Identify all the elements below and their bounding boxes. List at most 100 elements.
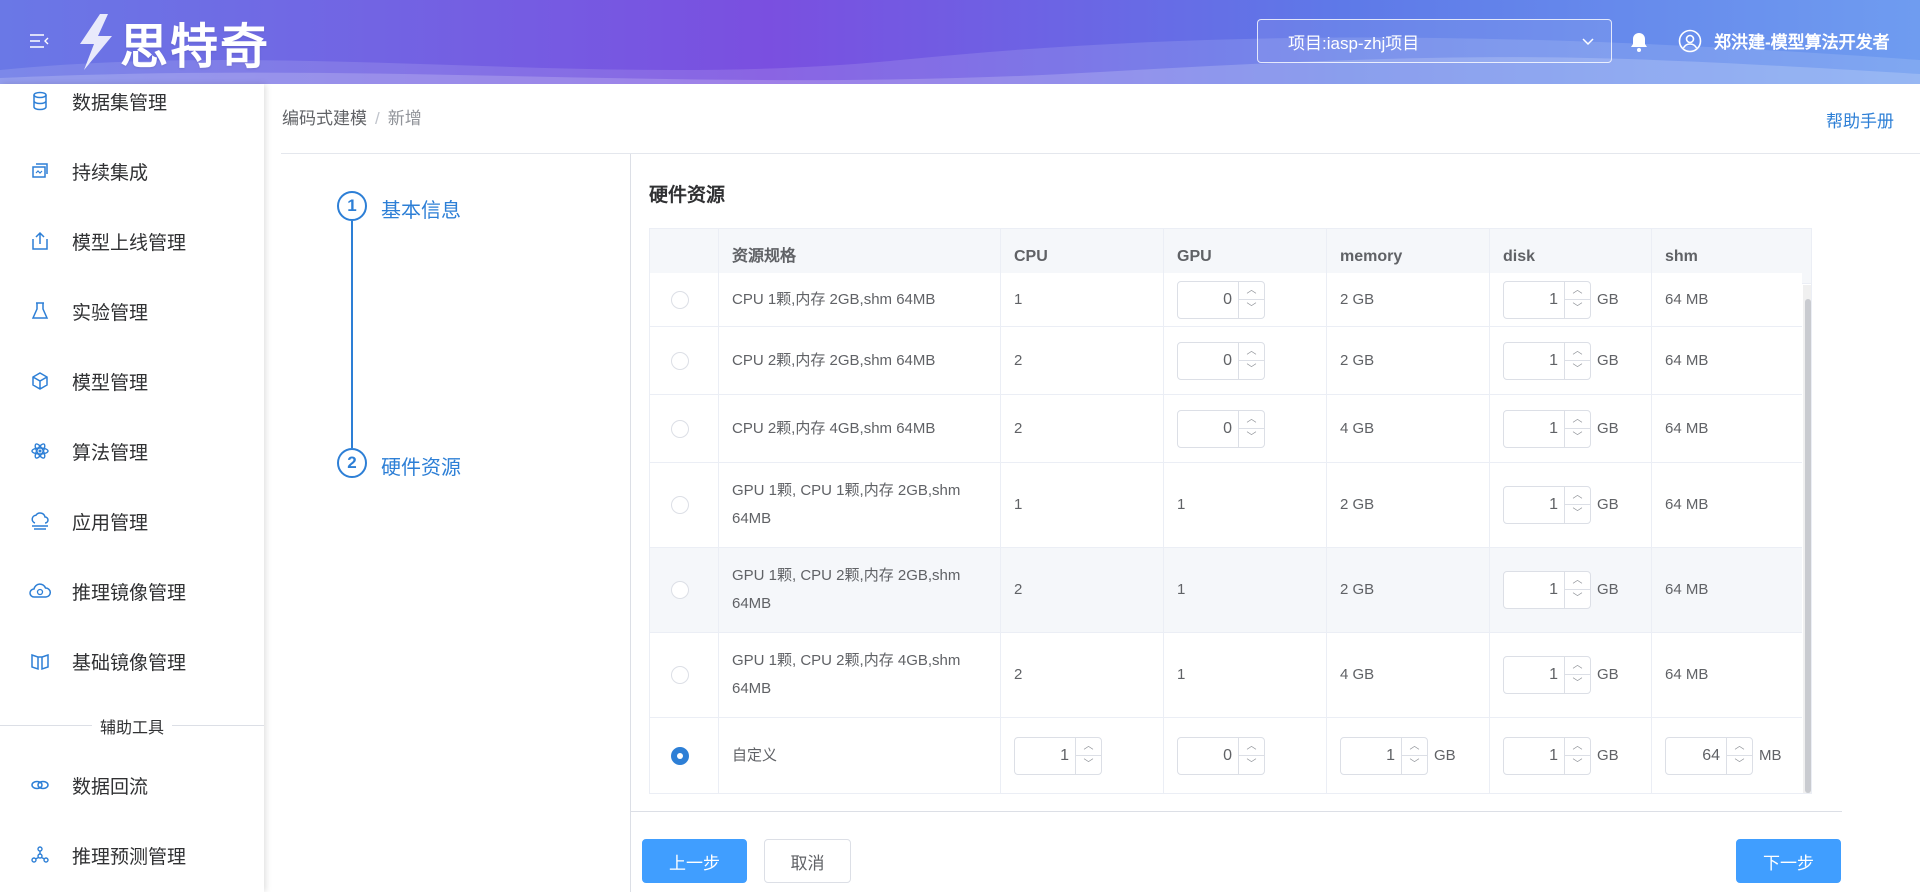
stepper-down-icon[interactable]: ﹀	[1565, 505, 1590, 523]
custom-memory-value[interactable]: 1	[1341, 738, 1401, 774]
custom-memory-stepper[interactable]: 1 ︿ ﹀	[1340, 737, 1428, 775]
stepper-up-icon[interactable]: ︿	[1565, 487, 1590, 505]
custom-cpu-stepper[interactable]: 1 ︿ ﹀	[1014, 737, 1102, 775]
stepper-down-icon[interactable]: ﹀	[1727, 756, 1752, 774]
custom-gpu-value[interactable]: 0	[1178, 738, 1238, 774]
disk-stepper-value[interactable]: 1	[1504, 411, 1564, 447]
gpu-stepper[interactable]: 0 ︿ ﹀	[1177, 409, 1265, 448]
gpu-stepper[interactable]: 0 ︿ ﹀	[1177, 280, 1265, 319]
stepper-up-icon[interactable]: ︿	[1727, 738, 1752, 756]
disk-stepper[interactable]: 1 ︿ ﹀	[1503, 486, 1591, 524]
stepper-down-icon[interactable]: ﹀	[1239, 756, 1264, 774]
stepper-down-icon[interactable]: ﹀	[1565, 590, 1590, 608]
disk-stepper-value[interactable]: 1	[1504, 487, 1564, 523]
project-select[interactable]: 项目:iasp-zhj项目	[1257, 19, 1612, 63]
sidebar-item-dataset[interactable]: 数据集管理	[0, 84, 264, 126]
breadcrumb-parent[interactable]: 编码式建模	[282, 109, 367, 128]
stepper-up-icon[interactable]: ︿	[1239, 282, 1264, 300]
logo-text: 思特奇	[120, 19, 271, 75]
disk-stepper[interactable]: 1 ︿ ﹀	[1503, 409, 1591, 448]
disk-stepper[interactable]: 1 ︿ ﹀	[1503, 571, 1591, 609]
disk-stepper-value[interactable]: 1	[1504, 282, 1564, 318]
stepper-down-icon[interactable]: ﹀	[1402, 756, 1427, 774]
custom-cpu-value[interactable]: 1	[1015, 738, 1075, 774]
stepper-up-icon[interactable]: ︿	[1565, 343, 1590, 361]
cancel-button[interactable]: 取消	[764, 839, 851, 883]
stepper-up-icon[interactable]: ︿	[1239, 343, 1264, 361]
disk-stepper[interactable]: 1 ︿ ﹀	[1503, 656, 1591, 694]
stepper-down-icon[interactable]: ﹀	[1565, 429, 1590, 447]
row-radio[interactable]	[671, 666, 689, 684]
disk-stepper-value[interactable]: 1	[1504, 572, 1564, 608]
sidebar-item-experiment[interactable]: 实验管理	[0, 286, 264, 336]
sidebar-item-data-backflow[interactable]: 数据回流	[0, 760, 264, 810]
step-1-number[interactable]: 1	[337, 191, 367, 221]
stepper-up-icon[interactable]: ︿	[1565, 572, 1590, 590]
stepper-up-icon[interactable]: ︿	[1565, 411, 1590, 429]
row-radio[interactable]	[671, 290, 689, 309]
stepper-up-icon[interactable]: ︿	[1239, 738, 1264, 756]
table-scrollbar[interactable]	[1803, 285, 1811, 793]
gpu-stepper-value[interactable]: 0	[1178, 282, 1238, 318]
gpu-stepper[interactable]: 0 ︿ ﹀	[1177, 341, 1265, 380]
stepper-up-icon[interactable]: ︿	[1076, 738, 1101, 756]
disk-stepper[interactable]: 1 ︿ ﹀	[1503, 341, 1591, 380]
table-row-custom[interactable]: 自定义 1 ︿ ﹀ 0 ︿ ﹀ 1 ︿ ﹀ GB 1 ︿ ﹀ GB 64 ︿ ﹀ MB	[650, 718, 1802, 793]
stepper-down-icon[interactable]: ﹀	[1076, 756, 1101, 774]
stepper-down-icon[interactable]: ﹀	[1565, 300, 1590, 318]
row-radio[interactable]	[671, 496, 689, 514]
table-row[interactable]: GPU 1颗, CPU 2颗,内存 2GB,shm 64MB 2 1 2 GB …	[650, 548, 1802, 633]
sidebar-item-model-deploy[interactable]: 模型上线管理	[0, 216, 264, 266]
stepper-down-icon[interactable]: ﹀	[1239, 429, 1264, 447]
row-cpu: 1	[1001, 463, 1164, 547]
gpu-stepper-value[interactable]: 0	[1178, 411, 1238, 447]
stepper-down-icon[interactable]: ﹀	[1565, 756, 1590, 774]
stepper-up-icon[interactable]: ︿	[1239, 411, 1264, 429]
user-menu[interactable]: 郑洪建-模型算法开发者	[1678, 28, 1890, 53]
stepper-down-icon[interactable]: ﹀	[1239, 300, 1264, 318]
row-radio[interactable]	[671, 351, 689, 370]
table-row[interactable]: CPU 2颗,内存 4GB,shm 64MB 2 0 ︿ ﹀ 4 GB 1 ︿ ﹀ GB …	[650, 395, 1802, 463]
step-2-number[interactable]: 2	[337, 448, 367, 478]
row-cpu: 2	[1001, 548, 1164, 632]
sidebar-item-inference-predict[interactable]: 推理预测管理	[0, 830, 264, 880]
custom-shm-value[interactable]: 64	[1666, 738, 1726, 774]
table-row[interactable]: CPU 2颗,内存 2GB,shm 64MB 2 0 ︿ ﹀ 2 GB 1 ︿ ﹀ GB …	[650, 327, 1802, 395]
stepper-down-icon[interactable]: ﹀	[1565, 675, 1590, 693]
custom-disk-value[interactable]: 1	[1504, 738, 1564, 774]
gpu-stepper-value[interactable]: 0	[1178, 343, 1238, 379]
row-radio[interactable]	[671, 581, 689, 599]
stepper-up-icon[interactable]: ︿	[1565, 738, 1590, 756]
disk-stepper-value[interactable]: 1	[1504, 657, 1564, 693]
custom-shm-stepper[interactable]: 64 ︿ ﹀	[1665, 737, 1753, 775]
help-manual-link[interactable]: 帮助手册	[1826, 107, 1894, 132]
sidebar-item-inference-image[interactable]: 推理镜像管理	[0, 566, 264, 616]
stepper-up-icon[interactable]: ︿	[1565, 282, 1590, 300]
custom-gpu-stepper[interactable]: 0 ︿ ﹀	[1177, 737, 1265, 775]
sidebar-item-ci[interactable]: 持续集成	[0, 146, 264, 196]
menu-collapse-icon[interactable]	[28, 30, 52, 54]
step-1-label[interactable]: 基本信息	[381, 194, 461, 223]
next-step-button[interactable]: 下一步	[1736, 839, 1841, 883]
sidebar-item-algorithm[interactable]: 算法管理	[0, 426, 264, 476]
custom-disk-stepper[interactable]: 1 ︿ ﹀	[1503, 737, 1591, 775]
row-radio-selected[interactable]	[671, 747, 689, 765]
disk-stepper-value[interactable]: 1	[1504, 343, 1564, 379]
table-row[interactable]: GPU 1颗, CPU 2颗,内存 4GB,shm 64MB 2 1 4 GB …	[650, 633, 1802, 718]
table-row[interactable]: GPU 1颗, CPU 1颗,内存 2GB,shm 64MB 1 1 2 GB …	[650, 463, 1802, 548]
sidebar-item-model[interactable]: 模型管理	[0, 356, 264, 406]
table-row[interactable]: CPU 1颗,内存 2GB,shm 64MB 1 0 ︿ ﹀ 2 GB 1 ︿ ﹀ GB …	[650, 273, 1802, 327]
bell-icon[interactable]	[1628, 31, 1650, 53]
stepper-down-icon[interactable]: ﹀	[1239, 361, 1264, 379]
sidebar-item-base-image[interactable]: 基础镜像管理	[0, 636, 264, 686]
stepper-up-icon[interactable]: ︿	[1402, 738, 1427, 756]
table-scrollbar-thumb[interactable]	[1805, 299, 1811, 793]
sidebar-item-application[interactable]: 应用管理	[0, 496, 264, 546]
stepper-up-icon[interactable]: ︿	[1565, 657, 1590, 675]
row-spec: GPU 1颗, CPU 1颗,内存 2GB,shm 64MB	[719, 463, 1001, 547]
prev-step-button[interactable]: 上一步	[642, 839, 747, 883]
stepper-down-icon[interactable]: ﹀	[1565, 361, 1590, 379]
step-2-label[interactable]: 硬件资源	[381, 451, 461, 480]
row-radio[interactable]	[671, 419, 689, 438]
disk-stepper[interactable]: 1 ︿ ﹀	[1503, 280, 1591, 319]
